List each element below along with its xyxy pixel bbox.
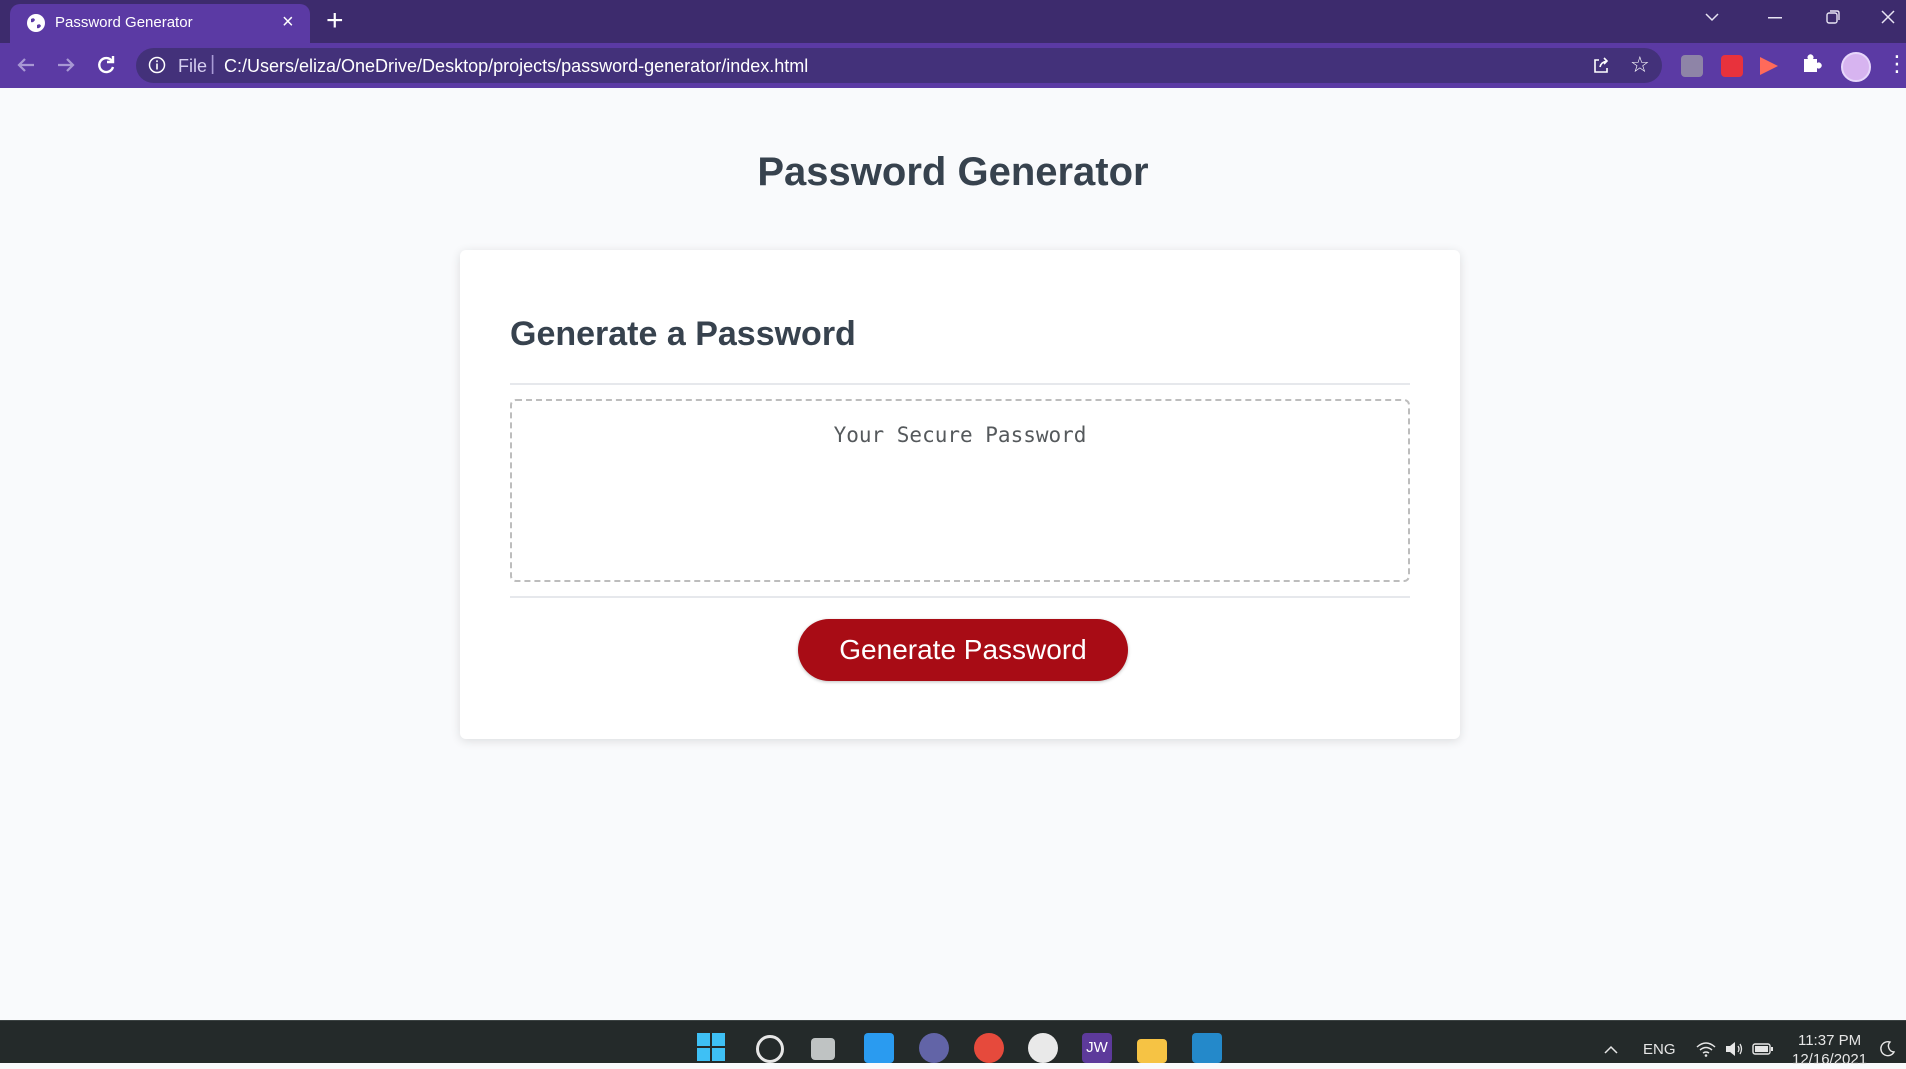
- language-indicator[interactable]: ENG: [1643, 1041, 1676, 1058]
- divider: [510, 383, 1410, 385]
- chrome-icon[interactable]: [974, 1033, 1004, 1063]
- restore-icon[interactable]: [1826, 10, 1840, 24]
- browser-toolbar: File | C:/Users/eliza/OneDrive/Desktop/p…: [0, 43, 1906, 88]
- url-text[interactable]: C:/Users/eliza/OneDrive/Desktop/projects…: [224, 56, 808, 77]
- clock-date: 12/16/2021: [1792, 1051, 1868, 1068]
- divider: [510, 596, 1410, 598]
- address-bar[interactable]: File | C:/Users/eliza/OneDrive/Desktop/p…: [136, 48, 1662, 83]
- teams-icon[interactable]: [919, 1033, 949, 1063]
- new-tab-button[interactable]: +: [326, 6, 344, 36]
- forward-icon[interactable]: [52, 51, 80, 79]
- puzzle-icon[interactable]: [1800, 52, 1822, 74]
- chevron-up-icon[interactable]: [1604, 1045, 1618, 1054]
- password-output[interactable]: [510, 399, 1410, 582]
- generate-password-button[interactable]: Generate Password: [798, 619, 1128, 681]
- slack-icon[interactable]: [1028, 1033, 1058, 1063]
- reload-icon[interactable]: [92, 51, 120, 79]
- chevron-down-icon[interactable]: [1705, 12, 1719, 22]
- battery-icon[interactable]: [1752, 1042, 1774, 1056]
- minimize-icon[interactable]: [1768, 17, 1782, 19]
- kebab-menu-icon[interactable]: ⋮: [1886, 51, 1906, 77]
- tab-title: Password Generator: [55, 14, 193, 31]
- system-clock[interactable]: 11:37 PM 12/16/2021: [1792, 1031, 1867, 1069]
- card-title: Generate a Password: [510, 315, 856, 353]
- share-icon[interactable]: [1590, 55, 1612, 77]
- red-extension-icon[interactable]: [1721, 55, 1743, 77]
- play-extension-icon[interactable]: [1760, 57, 1778, 75]
- vscode-icon[interactable]: [1192, 1033, 1222, 1063]
- windows-taskbar: JW ENG 11:37 PM 12/16/2021: [0, 1020, 1906, 1068]
- close-window-icon[interactable]: [1881, 10, 1895, 24]
- task-view-icon[interactable]: [811, 1038, 835, 1060]
- back-icon[interactable]: [12, 51, 40, 79]
- scheme-separator: |: [210, 53, 216, 75]
- close-icon[interactable]: ×: [282, 12, 294, 32]
- widgets-icon[interactable]: [864, 1033, 894, 1063]
- scheme-label: File: [178, 56, 208, 76]
- file-explorer-icon[interactable]: [1137, 1039, 1167, 1063]
- page-title: Password Generator: [757, 150, 1149, 194]
- pdf-extension-icon[interactable]: [1681, 55, 1703, 77]
- avatar[interactable]: [1841, 52, 1871, 82]
- globe-icon: [27, 14, 45, 32]
- search-icon[interactable]: [756, 1035, 784, 1063]
- volume-icon[interactable]: [1724, 1041, 1744, 1057]
- wifi-icon[interactable]: [1696, 1041, 1716, 1057]
- browser-tab[interactable]: Password Generator ×: [10, 4, 310, 43]
- clock-time: 11:37 PM: [1797, 1032, 1862, 1049]
- generator-card: Generate a Password Generate Password: [460, 250, 1460, 739]
- info-icon[interactable]: [148, 56, 166, 74]
- moon-icon[interactable]: [1878, 1040, 1896, 1058]
- browser-tab-strip: Password Generator × +: [0, 0, 1906, 43]
- windows-start-icon[interactable]: [697, 1033, 727, 1063]
- star-icon[interactable]: ☆: [1630, 53, 1650, 77]
- jw-icon[interactable]: JW: [1082, 1033, 1112, 1063]
